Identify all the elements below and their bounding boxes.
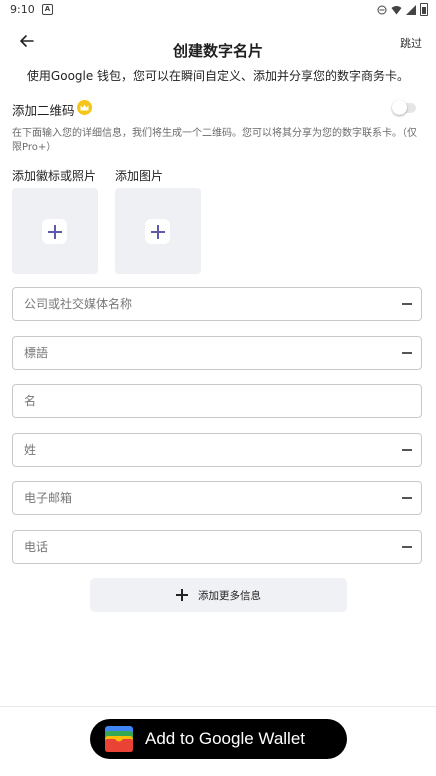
minus-icon[interactable] [402, 546, 412, 548]
minus-icon[interactable] [402, 497, 412, 499]
add-logo-label: 添加徽标或照片 [12, 169, 97, 183]
last-name-field[interactable] [12, 433, 422, 467]
company-name-field[interactable] [12, 287, 422, 321]
first-name-field[interactable] [12, 384, 422, 418]
qr-code-description: 在下面输入您的详细信息，我们将生成一个二维码。您可以将其分享为您的数字联系卡。（… [12, 128, 417, 153]
email-field[interactable] [12, 481, 422, 515]
battery-icon [420, 3, 428, 16]
page-title: 创建数字名片 [172, 42, 263, 60]
add-image-button[interactable] [115, 188, 201, 274]
add-image-label: 添加图片 [115, 169, 164, 183]
status-time: 9:10 [10, 3, 35, 16]
company-name-input[interactable] [24, 288, 384, 320]
skip-button[interactable]: 跳过 [400, 35, 422, 51]
qr-code-label: 添加二维码 [12, 103, 75, 118]
add-to-google-wallet-label: Add to Google Wallet [145, 729, 306, 748]
minus-icon[interactable] [402, 352, 412, 354]
status-icons [377, 3, 428, 16]
signal-icon [406, 4, 416, 15]
add-to-google-wallet-button[interactable]: Add to Google Wallet [90, 719, 347, 759]
last-name-input[interactable] [24, 434, 384, 466]
google-wallet-icon [105, 726, 133, 752]
plus-icon-container [145, 219, 170, 244]
crown-icon [77, 100, 92, 115]
tagline-input[interactable] [24, 337, 384, 369]
qr-code-toggle[interactable] [392, 100, 416, 115]
plus-icon [150, 224, 165, 239]
bottom-divider [0, 706, 436, 707]
phone-field[interactable] [12, 530, 422, 564]
plus-icon [47, 224, 62, 239]
minus-icon[interactable] [402, 303, 412, 305]
plus-icon [176, 589, 188, 601]
tagline-field[interactable] [12, 336, 422, 370]
add-logo-button[interactable] [12, 188, 98, 274]
status-bar: 9:10 A [0, 0, 436, 22]
notification-icon: A [42, 4, 53, 15]
add-more-info-label: 添加更多信息 [198, 589, 261, 602]
phone-input[interactable] [24, 531, 384, 563]
add-more-info-button[interactable]: 添加更多信息 [90, 578, 347, 612]
minus-icon[interactable] [402, 449, 412, 451]
plus-icon-container [42, 219, 67, 244]
do-not-disturb-icon [377, 5, 387, 14]
email-input[interactable] [24, 482, 384, 514]
wifi-icon [391, 5, 402, 14]
first-name-input[interactable] [24, 385, 384, 417]
page-subtitle: 使用Google 钱包，您可以在瞬间自定义、添加并分享您的数字商务卡。 [26, 69, 410, 83]
